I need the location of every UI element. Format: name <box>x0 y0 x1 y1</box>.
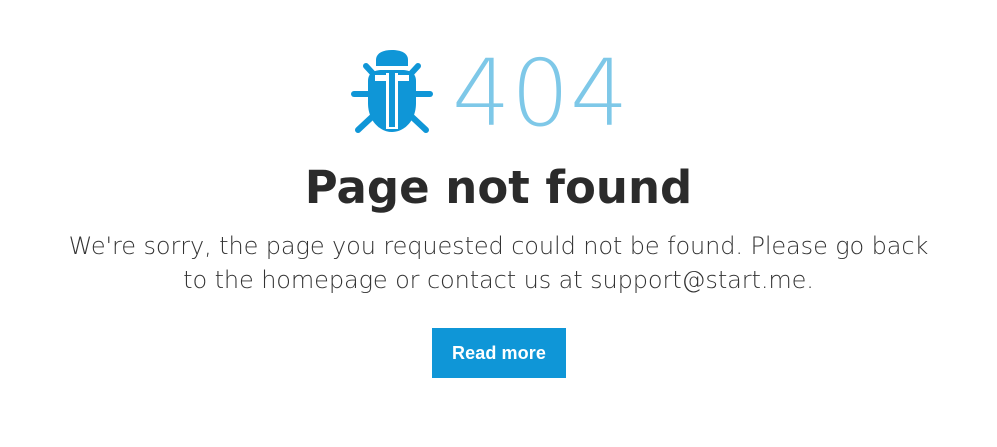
read-more-button[interactable]: Read more <box>432 328 566 378</box>
error-message: We're sorry, the page you requested coul… <box>50 229 947 297</box>
not-found-page: 404 Page not found We're sorry, the page… <box>0 0 997 447</box>
bug-icon <box>350 50 433 133</box>
error-message-line-1: We're sorry, the page you requested coul… <box>68 232 929 260</box>
page-title: Page not found <box>304 161 693 214</box>
error-header: 404 <box>0 40 997 147</box>
error-message-line-2: to the homepage or contact us at support… <box>183 266 814 294</box>
error-code: 404 <box>451 40 630 147</box>
